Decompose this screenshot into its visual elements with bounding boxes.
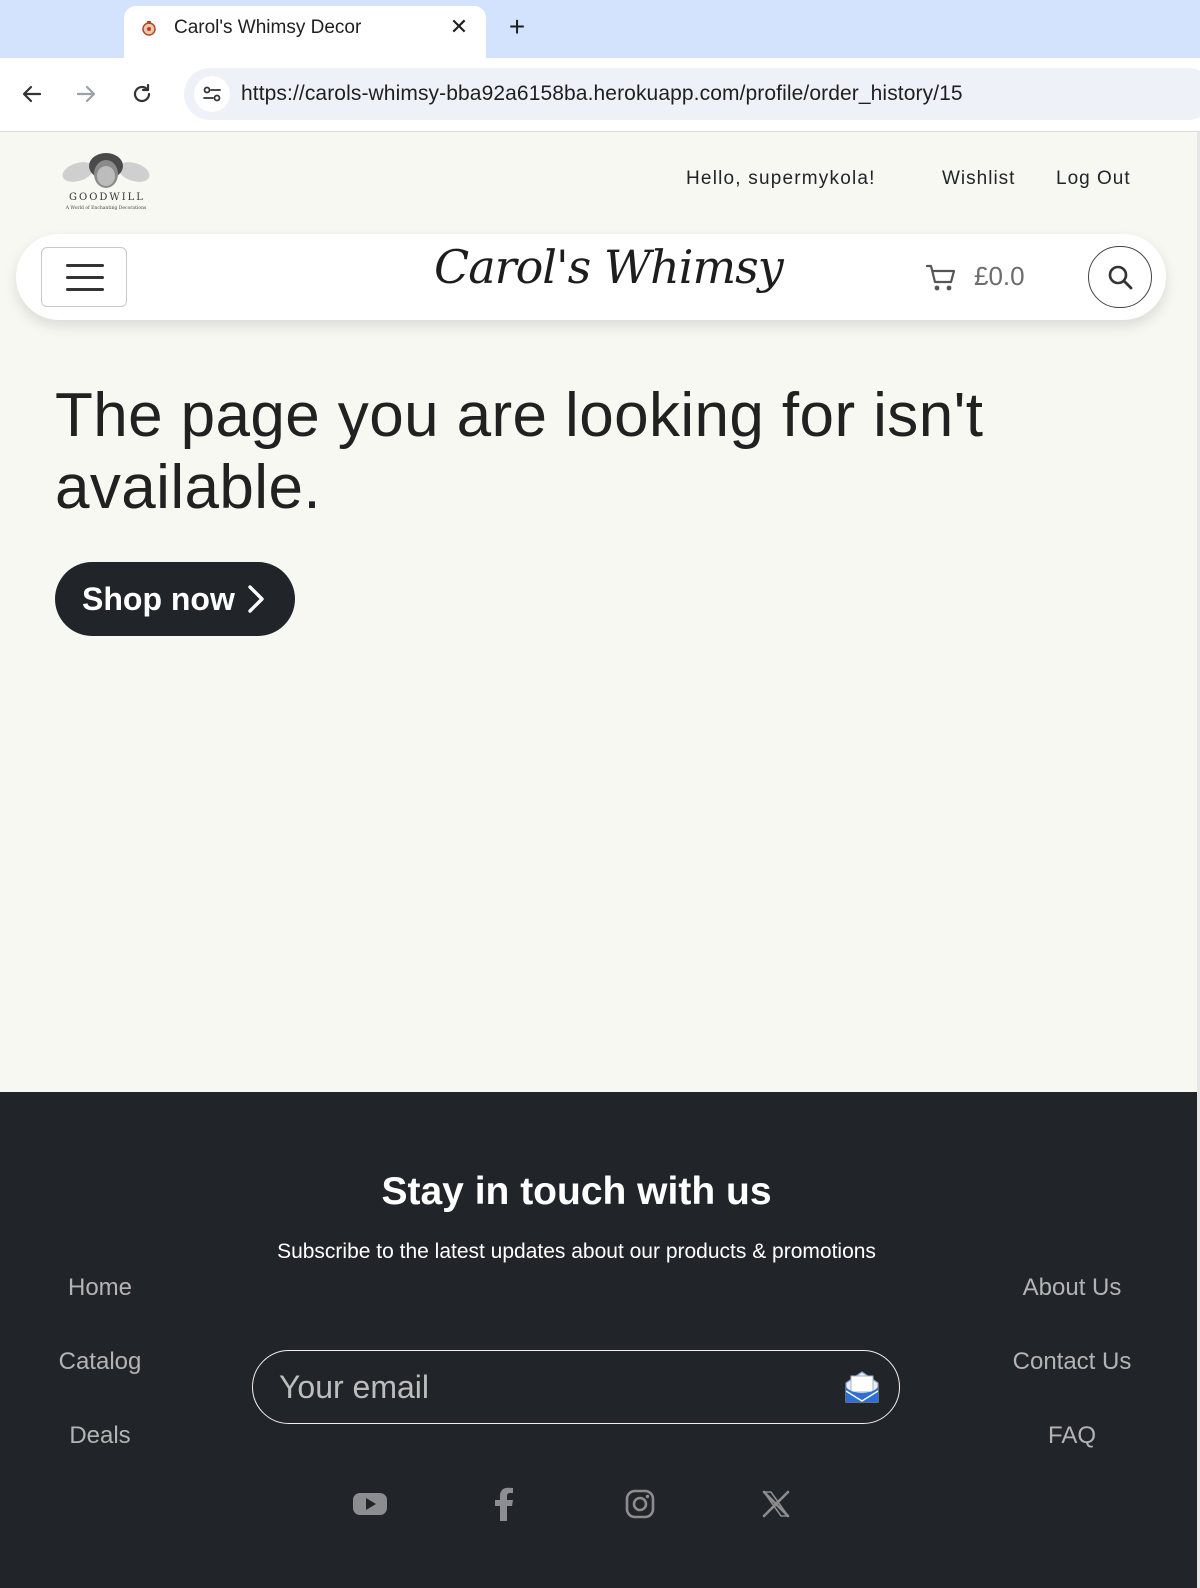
site-footer: Stay in touch with us Subscribe to the l…	[0, 1092, 1197, 1588]
arrow-left-icon	[22, 85, 42, 103]
new-tab-button[interactable]: +	[500, 12, 534, 46]
cherub-logo-icon	[62, 153, 150, 188]
youtube-link[interactable]	[350, 1484, 390, 1524]
footer-title: Stay in touch with us	[381, 1170, 772, 1213]
browser-tab-active[interactable]: Carol's Whimsy Decor ✕	[124, 6, 486, 58]
cart-total[interactable]: £0.0	[974, 261, 1025, 292]
shop-now-button[interactable]: Shop now	[55, 562, 295, 636]
footer-link-home[interactable]: Home	[0, 1274, 200, 1302]
site-info-button[interactable]	[194, 76, 230, 112]
close-tab-icon[interactable]: ✕	[444, 12, 474, 42]
ornament-favicon-icon	[142, 21, 156, 36]
hamburger-icon-middle	[66, 276, 104, 279]
envelope-send-icon[interactable]	[843, 1369, 881, 1405]
not-found-headline: The page you are looking for isn't avail…	[55, 381, 984, 522]
footer-link-contact[interactable]: Contact Us	[972, 1348, 1172, 1376]
youtube-icon	[353, 1493, 387, 1515]
footer-link-faq[interactable]: FAQ	[972, 1422, 1172, 1450]
instagram-link[interactable]	[620, 1484, 660, 1524]
back-button[interactable]	[14, 76, 50, 112]
greeting-text: Hello, supermykola!	[686, 168, 876, 189]
tab-title: Carol's Whimsy Decor	[174, 17, 362, 38]
reload-button[interactable]	[124, 76, 160, 112]
logout-link[interactable]: Log Out	[1056, 168, 1131, 190]
browser-toolbar: https://carols-whimsy-bba92a6158ba.herok…	[0, 58, 1200, 132]
browser-tabstrip: Carol's Whimsy Decor ✕ +	[0, 0, 1200, 58]
x-icon	[762, 1490, 790, 1518]
search-icon	[1108, 265, 1133, 290]
facebook-icon	[495, 1487, 513, 1521]
newsletter-form	[252, 1350, 900, 1424]
url-text[interactable]: https://carols-whimsy-bba92a6158ba.herok…	[241, 82, 963, 106]
address-bar[interactable]: https://carols-whimsy-bba92a6158ba.herok…	[184, 68, 1200, 120]
arrow-right-icon	[76, 85, 96, 103]
facebook-link[interactable]	[484, 1484, 524, 1524]
chevron-right-icon	[248, 585, 264, 613]
reload-icon	[133, 83, 151, 103]
instagram-icon	[625, 1489, 655, 1519]
logo-wordmark: GOODWILL	[69, 192, 145, 203]
hamburger-icon-bottom	[66, 288, 104, 291]
footer-link-about[interactable]: About Us	[972, 1274, 1172, 1302]
forward-button[interactable]	[68, 76, 104, 112]
cart-icon[interactable]	[924, 260, 958, 294]
brand-wordmark[interactable]: Carol's Whimsy	[434, 240, 784, 294]
menu-toggle-button[interactable]	[41, 247, 127, 307]
hamburger-icon	[66, 264, 104, 267]
email-input[interactable]	[279, 1365, 819, 1409]
page-content: GOODWILL A World of Enchanting Decoratio…	[0, 132, 1197, 1588]
x-link[interactable]	[756, 1484, 796, 1524]
shop-now-label: Shop now	[82, 580, 235, 617]
tune-icon	[203, 86, 221, 102]
footer-subtitle: Subscribe to the latest updates about ou…	[277, 1240, 876, 1263]
goodwill-logo[interactable]: GOODWILL A World of Enchanting Decoratio…	[58, 146, 154, 214]
wishlist-link[interactable]: Wishlist	[942, 168, 1015, 190]
logo-tagline: A World of Enchanting Decorations	[65, 206, 147, 211]
main-navbar: Carol's Whimsy £0.0	[16, 234, 1166, 320]
footer-link-deals[interactable]: Deals	[0, 1422, 200, 1450]
footer-link-catalog[interactable]: Catalog	[0, 1348, 200, 1376]
search-button[interactable]	[1088, 246, 1152, 308]
